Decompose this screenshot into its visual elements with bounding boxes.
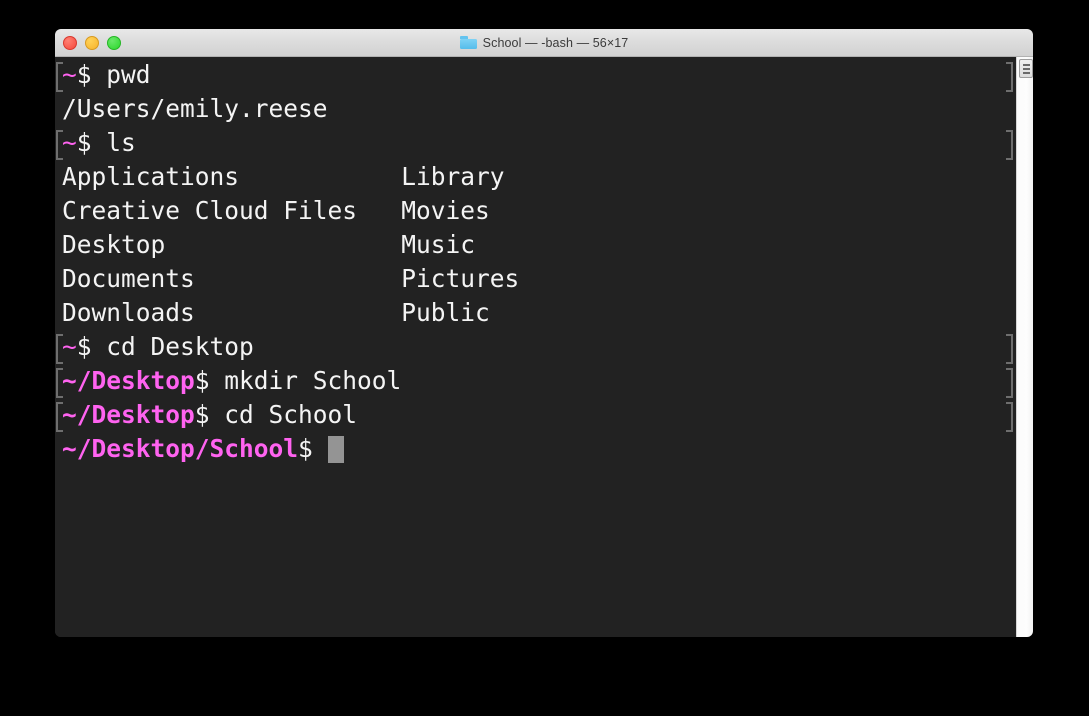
text-segment: cd Desktop — [106, 332, 254, 361]
prompt-mark-right — [1006, 130, 1013, 160]
text-segment: Creative Cloud Files Movies — [62, 196, 490, 225]
text-segment: $ — [76, 332, 107, 361]
terminal-body[interactable]: ~$ pwd/Users/emily.reese ~$ ls Application… — [55, 57, 1033, 637]
window-title: School — -bash — 56×17 — [482, 35, 629, 50]
text-segment: ~/Desktop — [62, 400, 195, 429]
terminal-prompt-line: ~$ ls — [55, 126, 1017, 160]
text-segment: Desktop Music — [62, 230, 476, 259]
terminal-prompt-line: ~/Desktop$ cd School — [55, 398, 1017, 432]
text-segment: Downloads Public — [62, 298, 490, 327]
close-button[interactable] — [63, 35, 77, 50]
terminal-prompt-line: ~/Desktop$ mkdir School — [55, 364, 1017, 398]
prompt-mark-left — [56, 130, 63, 160]
prompt-mark-left — [56, 402, 63, 432]
terminal-output: ~$ pwd/Users/emily.reese ~$ ls Application… — [55, 58, 1017, 466]
prompt-mark-left — [56, 368, 63, 398]
terminal-window[interactable]: School — -bash — 56×17 ~$ pwd/Users/emil… — [55, 29, 1033, 637]
scrollbar-thumb[interactable] — [1019, 59, 1033, 78]
terminal-prompt-line: ~/Desktop/School$ — [55, 432, 1017, 466]
text-segment: ~ — [62, 332, 77, 361]
text-segment: ~/Desktop/School — [62, 434, 299, 463]
window-controls[interactable] — [63, 29, 121, 56]
text-segment: $ — [76, 128, 107, 157]
text-segment: $ — [298, 434, 328, 463]
text-segment: ~ — [62, 128, 77, 157]
text-segment: ~ — [62, 60, 77, 89]
prompt-mark-right — [1006, 368, 1013, 398]
text-segment: mkdir School — [224, 366, 402, 395]
folder-icon — [459, 36, 477, 49]
terminal-output-line: Documents Pictures — [55, 262, 1017, 296]
text-segment: $ — [76, 60, 107, 89]
text-segment: ls — [106, 128, 136, 157]
text-segment: cd School — [224, 400, 358, 429]
terminal-output-line: Desktop Music — [55, 228, 1017, 262]
terminal-output-line: Applications Library — [55, 160, 1017, 194]
prompt-mark-left — [56, 334, 63, 364]
text-segment: $ — [194, 366, 225, 395]
text-segment: ~/Desktop — [62, 366, 195, 395]
terminal-prompt-line: ~$ cd Desktop — [55, 330, 1017, 364]
text-segment: Applications Library — [62, 162, 505, 191]
minimize-button[interactable] — [85, 35, 99, 50]
scrollbar[interactable] — [1016, 57, 1033, 637]
text-segment: $ — [194, 400, 225, 429]
prompt-mark-right — [1006, 334, 1013, 364]
terminal-screen[interactable]: ~$ pwd/Users/emily.reese ~$ ls Application… — [55, 57, 1017, 637]
text-segment: /Users/emily.reese — [62, 94, 328, 123]
maximize-button[interactable] — [107, 35, 121, 50]
prompt-mark-right — [1006, 402, 1013, 432]
prompt-mark-right — [1006, 62, 1013, 92]
prompt-mark-left — [56, 62, 63, 92]
terminal-output-line: /Users/emily.reese — [55, 92, 1017, 126]
terminal-output-line: Creative Cloud Files Movies — [55, 194, 1017, 228]
title-bar[interactable]: School — -bash — 56×17 — [55, 29, 1033, 57]
window-title-group: School — -bash — 56×17 — [459, 35, 629, 50]
text-segment: pwd — [106, 60, 151, 89]
text-cursor — [327, 436, 344, 463]
terminal-output-line: Downloads Public — [55, 296, 1017, 330]
terminal-prompt-line: ~$ pwd — [55, 58, 1017, 92]
text-segment: Documents Pictures — [62, 264, 520, 293]
